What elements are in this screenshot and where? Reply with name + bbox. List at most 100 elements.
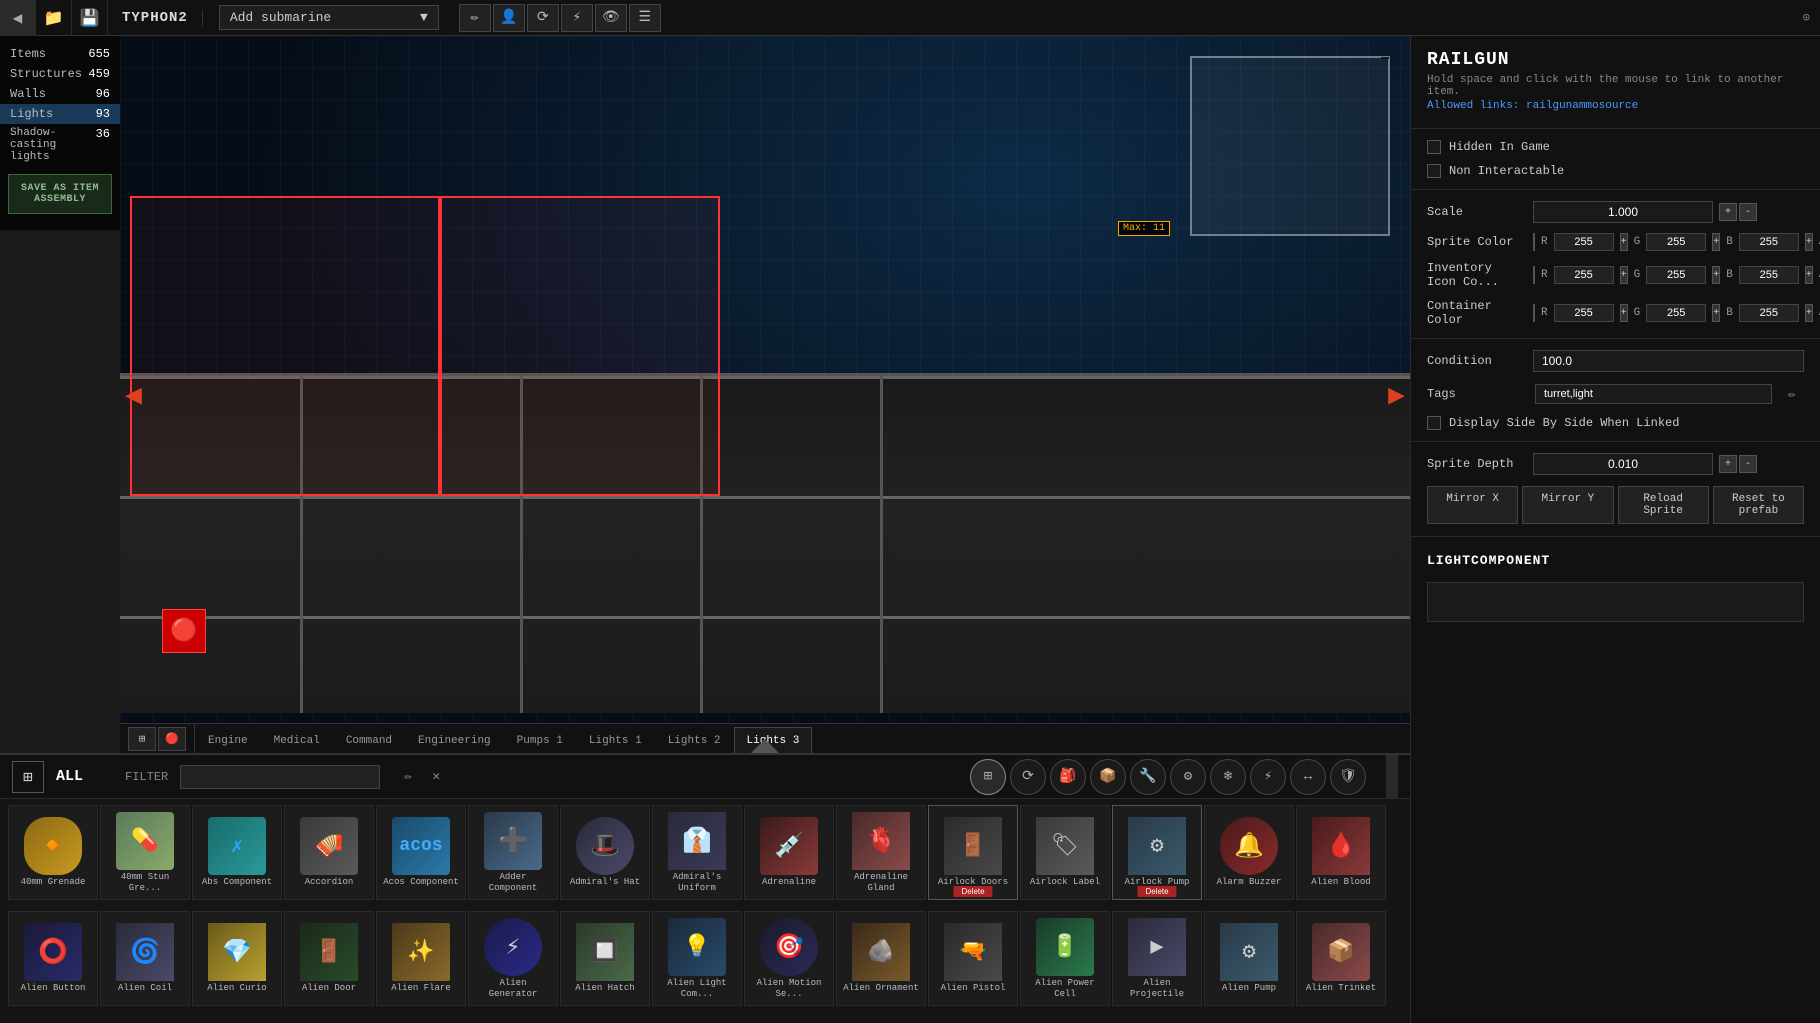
item-adrenaline-gland[interactable]: 🫀 Adrenaline Gland — [836, 805, 926, 900]
item-adrenaline[interactable]: 💉 Adrenaline — [744, 805, 834, 900]
folder-button[interactable]: 📁 — [36, 0, 72, 36]
scroll-left-button[interactable]: ◀ — [125, 377, 142, 412]
item-alien-ornament[interactable]: 🪨 Alien Ornament — [836, 911, 926, 1006]
red-indicator-1[interactable]: 🔴 — [162, 609, 206, 653]
list-tool[interactable]: ☰ — [629, 4, 661, 32]
cat-5-icon[interactable]: 🔧 — [1130, 759, 1166, 795]
condition-input[interactable] — [1533, 350, 1804, 372]
item-alien-coil[interactable]: 🌀 Alien Coil — [100, 911, 190, 1006]
reload-sprite-button[interactable]: Reload Sprite — [1618, 486, 1709, 524]
item-admirals-hat[interactable]: 🎩 Admiral's Hat — [560, 805, 650, 900]
item-alien-curio[interactable]: 💎 Alien Curio — [192, 911, 282, 1006]
tab-lights1[interactable]: Lights 1 — [576, 727, 655, 753]
item-40mm-grenade[interactable]: 🔸 40mm Grenade — [8, 805, 98, 900]
small-icon-1[interactable]: ⊞ — [128, 727, 156, 751]
inv-r-input[interactable] — [1554, 266, 1614, 284]
small-icon-2[interactable]: 🔴 — [158, 727, 186, 751]
sprite-depth-input[interactable] — [1533, 453, 1713, 475]
link-tool[interactable]: ⟳ — [527, 4, 559, 32]
sprite-g-input[interactable] — [1646, 233, 1706, 251]
item-alien-hatch[interactable]: 🔲 Alien Hatch — [560, 911, 650, 1006]
filter-input[interactable] — [180, 765, 380, 789]
item-alien-flare[interactable]: ✨ Alien Flare — [376, 911, 466, 1006]
item-adder-component[interactable]: ➕ Adder Component — [468, 805, 558, 900]
view-tool[interactable]: 👁 — [595, 4, 627, 32]
cont-g-spin[interactable]: + — [1712, 304, 1720, 322]
item-40mm-stun[interactable]: 💊 40mm Stun Gre... — [100, 805, 190, 900]
sprite-g-spin[interactable]: + — [1712, 233, 1720, 251]
save-button[interactable]: 💾 — [72, 0, 108, 36]
non-interactable-checkbox[interactable] — [1427, 164, 1441, 178]
mirror-y-button[interactable]: Mirror Y — [1522, 486, 1613, 524]
item-alien-blood[interactable]: 🩸 Alien Blood — [1296, 805, 1386, 900]
tab-engine[interactable]: Engine — [195, 727, 261, 753]
tab-medical[interactable]: Medical — [261, 727, 333, 753]
tab-lights2[interactable]: Lights 2 — [655, 727, 734, 753]
item-alien-motion-se[interactable]: 🎯 Alien Motion Se... — [744, 911, 834, 1006]
tags-edit-button[interactable]: ✏ — [1780, 382, 1804, 406]
cat-6-icon[interactable]: ⚙ — [1170, 759, 1206, 795]
item-alien-pistol[interactable]: 🔫 Alien Pistol — [928, 911, 1018, 1006]
item-alien-generator[interactable]: ⚡ Alien Generator — [468, 911, 558, 1006]
cont-b-spin[interactable]: + — [1805, 304, 1813, 322]
cat-4-icon[interactable]: 📦 — [1090, 759, 1126, 795]
scale-input[interactable] — [1533, 201, 1713, 223]
inv-g-spin[interactable]: + — [1712, 266, 1720, 284]
item-alien-projectile[interactable]: ▶ Alien Projectile — [1112, 911, 1202, 1006]
item-alien-pump[interactable]: ⚙ Alien Pump — [1204, 911, 1294, 1006]
item-alien-door[interactable]: 🚪 Alien Door — [284, 911, 374, 1006]
reset-to-prefab-button[interactable]: Reset to prefab — [1713, 486, 1804, 524]
item-airlock-doors[interactable]: 🚪 Airlock Doors Delete — [928, 805, 1018, 900]
item-alien-button[interactable]: ⭕ Alien Button — [8, 911, 98, 1006]
cont-r-spin[interactable]: + — [1620, 304, 1628, 322]
cat-9-icon[interactable]: ↔ — [1290, 759, 1326, 795]
save-as-item-assembly-button[interactable]: SAVE AS ITEM ASSEMBLY — [8, 174, 112, 214]
item-alien-trinket[interactable]: 📦 Alien Trinket — [1296, 911, 1386, 1006]
scale-down-button[interactable]: - — [1739, 203, 1757, 221]
tab-engineering[interactable]: Engineering — [405, 727, 504, 753]
sprite-r-spin[interactable]: + — [1620, 233, 1628, 251]
item-airlock-pump[interactable]: ⚙ Airlock Pump Delete — [1112, 805, 1202, 900]
pencil-tool[interactable]: ✏ — [459, 4, 491, 32]
airlock-doors-delete-button[interactable]: Delete — [953, 886, 992, 897]
display-side-by-side-checkbox[interactable] — [1427, 416, 1441, 430]
sprite-b-spin[interactable]: + — [1805, 233, 1813, 251]
submarine-viewport[interactable]: Max: 11 ◀ ▶ 🔴 — [120, 36, 1410, 753]
inv-g-input[interactable] — [1646, 266, 1706, 284]
sprite-color-box[interactable] — [1533, 233, 1535, 251]
cat-3-icon[interactable]: 🎒 — [1050, 759, 1086, 795]
cat-all-icon[interactable]: ⊞ — [970, 759, 1006, 795]
tab-command[interactable]: Command — [333, 727, 405, 753]
scale-up-button[interactable]: + — [1719, 203, 1737, 221]
cat-8-icon[interactable]: ⚡ — [1250, 759, 1286, 795]
item-acos-component[interactable]: acos Acos Component — [376, 805, 466, 900]
cont-g-input[interactable] — [1646, 304, 1706, 322]
cat-2-icon[interactable]: ⟳ — [1010, 759, 1046, 795]
cont-color-box[interactable] — [1533, 304, 1535, 322]
airlock-pump-delete-button[interactable]: Delete — [1137, 886, 1176, 897]
cont-b-input[interactable] — [1739, 304, 1799, 322]
inv-b-spin[interactable]: + — [1805, 266, 1813, 284]
item-scrollbar[interactable] — [1386, 755, 1398, 798]
item-admirals-uniform[interactable]: 👔 Admiral's Uniform — [652, 805, 742, 900]
grid-view-button[interactable]: ⊞ — [12, 761, 44, 793]
item-airlock-label[interactable]: 🏷 Airlock Label — [1020, 805, 1110, 900]
scroll-right-button[interactable]: ▶ — [1388, 377, 1405, 412]
inv-r-spin[interactable]: + — [1620, 266, 1628, 284]
tags-input[interactable] — [1535, 384, 1772, 404]
item-alien-light-com[interactable]: 💡 Alien Light Com... — [652, 911, 742, 1006]
inv-color-box[interactable] — [1533, 266, 1535, 284]
cat-10-icon[interactable]: 🛡 — [1330, 759, 1366, 795]
main-canvas[interactable]: Max: 11 ◀ ▶ 🔴 — [120, 36, 1410, 753]
person-tool[interactable]: 👤 — [493, 4, 525, 32]
filter-clear-icon[interactable]: ✕ — [424, 765, 448, 789]
cont-r-input[interactable] — [1554, 304, 1614, 322]
inv-b-input[interactable] — [1739, 266, 1799, 284]
item-alien-power-cell[interactable]: 🔋 Alien Power Cell — [1020, 911, 1110, 1006]
back-button[interactable]: ◀ — [0, 0, 36, 36]
item-abs-component[interactable]: ✗ Abs Component — [192, 805, 282, 900]
item-accordion[interactable]: 🪗 Accordion — [284, 805, 374, 900]
cat-7-icon[interactable]: ❄ — [1210, 759, 1246, 795]
mirror-x-button[interactable]: Mirror X — [1427, 486, 1518, 524]
tab-pumps1[interactable]: Pumps 1 — [504, 727, 576, 753]
